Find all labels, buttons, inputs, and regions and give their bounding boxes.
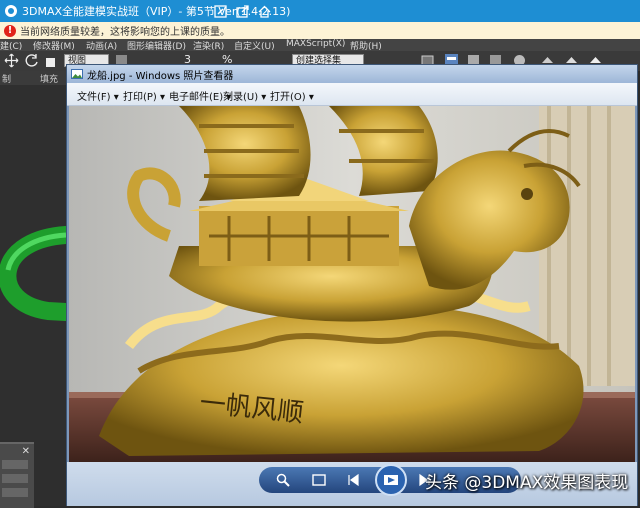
menu-maxscript[interactable]: MAXScript(X) [286,39,345,49]
app-title-bar: 3DMAX全能建模实战班（VIP）- 第5节 Ver(1.4.2.13) [0,0,640,22]
share-icon[interactable] [234,3,250,19]
floating-dialog: ✕ [0,442,34,508]
zoom-icon[interactable] [275,472,291,488]
dialog-field[interactable] [2,460,28,469]
close-icon[interactable]: ✕ [22,446,30,457]
rotate-icon[interactable] [24,53,39,68]
move-icon[interactable] [4,53,19,68]
viewer-title-bar: 龙船.jpg - Windows 照片查看器 [67,65,637,83]
menu-burn[interactable]: 刻录(U) ▾ [223,88,266,103]
menu-open[interactable]: 打开(O) ▾ [270,88,314,103]
previous-icon[interactable] [345,472,361,488]
error-icon: ! [4,24,16,37]
edit-icon[interactable] [212,3,228,19]
actual-size-icon[interactable] [311,472,327,488]
viewer-menubar: 文件(F) ▾ 打印(P) ▾ 电子邮件(E) ▾ 刻录(U) ▾ 打开(O) … [67,83,637,106]
warning-text: 当前网络质量较差，这将影响您的上课的质量。 [20,27,230,38]
photo-viewer-icon [71,69,83,79]
watermark: 头条 @3DMAX效果图表现 [425,473,629,493]
ribbon-tabs: 制 填充 [0,71,66,85]
max-viewport[interactable] [0,85,75,440]
dialog-field[interactable] [2,474,28,483]
dragon-boat-photo: 一帆风顺 [69,106,635,462]
menu-file[interactable]: 文件(F) ▾ [77,88,119,103]
green-torus-object [0,226,75,321]
app-logo-icon [5,5,17,17]
menu-print[interactable]: 打印(P) ▾ [123,88,165,103]
scale-icon[interactable] [44,53,59,68]
tab-label-2[interactable]: 填充 [40,72,58,85]
dialog-field[interactable] [2,488,28,497]
slideshow-icon[interactable] [375,464,407,496]
menu-email[interactable]: 电子邮件(E) ▾ [169,88,231,103]
viewer-title: 龙船.jpg - Windows 照片查看器 [87,70,234,82]
max-menubar: 建(C) 修改器(M) 动画(A) 图形编辑器(D) 渲染(R) 自定义(U) … [0,39,640,52]
network-warning-bar: ! 当前网络质量较差，这将影响您的上课的质量。 [0,22,640,40]
home-icon[interactable] [256,3,272,19]
tab-label-1[interactable]: 制 [2,72,11,85]
photo-viewer-window: 龙船.jpg - Windows 照片查看器 文件(F) ▾ 打印(P) ▾ 电… [66,64,638,506]
